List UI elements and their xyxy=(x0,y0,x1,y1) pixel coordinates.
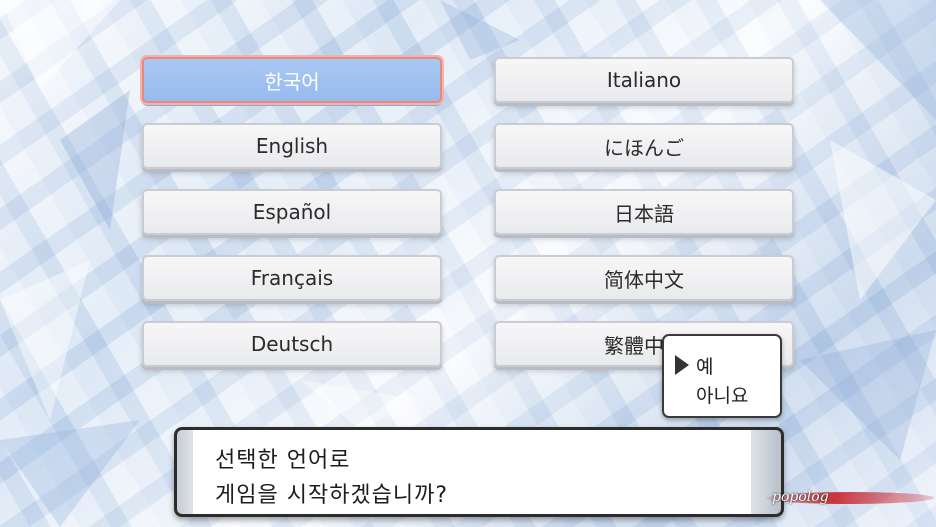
language-button-french[interactable]: Français xyxy=(142,255,442,301)
message-line-1: 선택한 언어로 xyxy=(215,448,351,473)
language-button-simplified-chinese[interactable]: 简体中文 xyxy=(494,255,794,301)
message-line-2: 게임을 시작하겠습니까? xyxy=(215,483,449,508)
message-dialog: 선택한 언어로 게임을 시작하겠습니까? xyxy=(174,427,784,517)
watermark-logo: popolog xyxy=(763,484,936,510)
language-button-italian[interactable]: Italiano xyxy=(494,57,794,103)
language-button-spanish[interactable]: Español xyxy=(142,189,442,235)
language-button-german[interactable]: Deutsch xyxy=(142,321,442,367)
watermark-text: popolog xyxy=(772,489,829,505)
language-button-korean[interactable]: 한국어 xyxy=(142,57,442,103)
choice-no[interactable]: 아니요 xyxy=(696,381,748,408)
choice-yes[interactable]: 예 xyxy=(696,352,713,379)
language-button-japanese-kana[interactable]: にほんご xyxy=(494,123,794,169)
selection-cursor-icon xyxy=(675,355,689,375)
confirm-choice-menu: 예 아니요 xyxy=(662,334,782,418)
language-button-english[interactable]: English xyxy=(142,123,442,169)
language-button-japanese-kanji[interactable]: 日本語 xyxy=(494,189,794,235)
